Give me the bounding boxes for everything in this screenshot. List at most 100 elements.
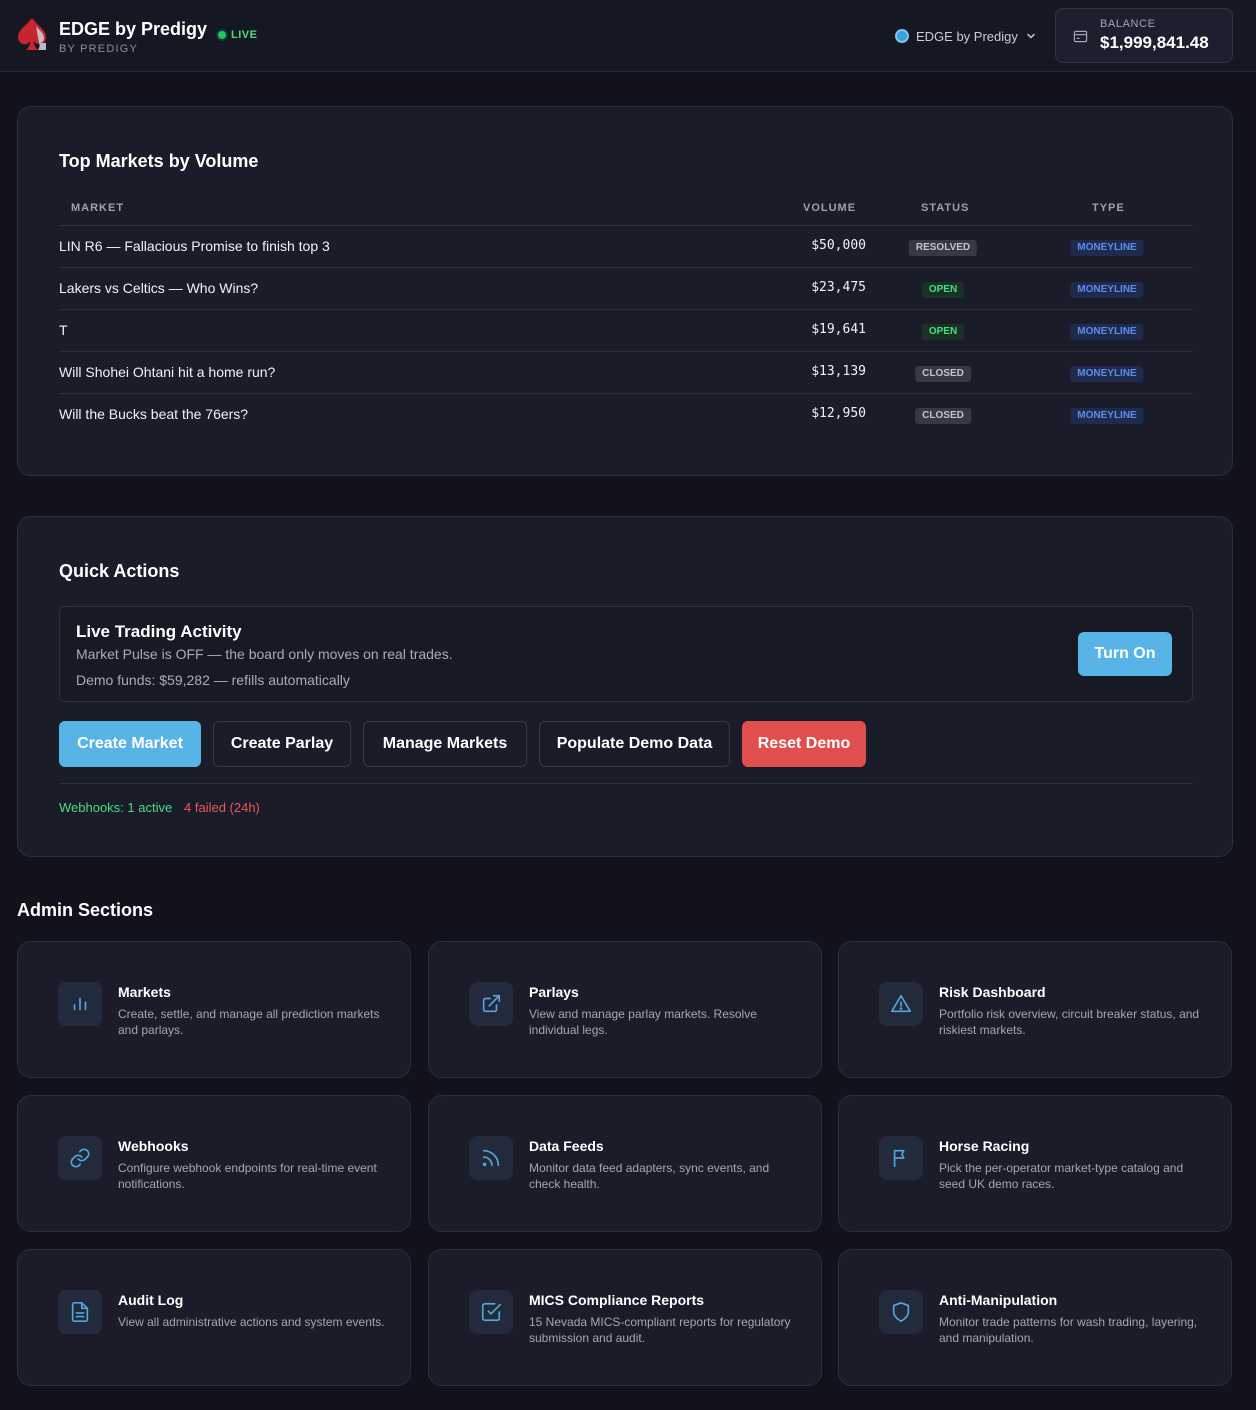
- column-type: TYPE: [1092, 202, 1125, 214]
- balance-label: BALANCE: [1100, 18, 1156, 30]
- turn-on-button[interactable]: Turn On: [1078, 632, 1172, 676]
- admin-icon-box: [469, 1136, 513, 1180]
- admin-card-title: Risk Dashboard: [939, 984, 1046, 1000]
- admin-card-title: Data Feeds: [529, 1138, 604, 1154]
- chevron-down-icon: [1027, 33, 1035, 39]
- operator-selector[interactable]: EDGE by Predigy: [895, 27, 1037, 45]
- market-pulse-status: Market Pulse is OFF — the board only mov…: [76, 646, 453, 662]
- table-row[interactable]: Lakers vs Celtics — Who Wins? $23,475 OPEN…: [59, 268, 1193, 310]
- admin-card-markets[interactable]: Markets Create, settle, and manage all pr…: [17, 941, 411, 1078]
- admin-card-title: Audit Log: [118, 1292, 184, 1308]
- top-header: EDGE by Predigy BY PREDIGY LIVE EDGE by …: [0, 0, 1256, 72]
- admin-icon-box: [58, 982, 102, 1026]
- admin-icon-box: [58, 1136, 102, 1180]
- demo-funds-text: Demo funds: $59,282 — refills automatica…: [76, 672, 350, 688]
- table-row[interactable]: T $19,641 OPEN MONEYLINE: [59, 310, 1193, 352]
- admin-card-risk-dashboard[interactable]: Risk Dashboard Portfolio risk overview, c…: [838, 941, 1232, 1078]
- type-badge: MONEYLINE: [1070, 324, 1144, 340]
- admin-icon-box: [469, 1290, 513, 1334]
- brand-title: EDGE by Predigy: [59, 19, 208, 39]
- table-row[interactable]: Will Shohei Ohtani hit a home run? $13,13…: [59, 352, 1193, 394]
- admin-card-description: Pick the per-operator market-type catalo…: [939, 1161, 1184, 1191]
- market-name: Will the Bucks beat the 76ers?: [59, 406, 249, 422]
- admin-icon-box: [879, 982, 923, 1026]
- admin-card-webhooks[interactable]: Webhooks Configure webhook endpoints for …: [17, 1095, 411, 1232]
- status-badge: OPEN: [921, 324, 965, 340]
- admin-card-description: 15 Nevada MICS-compliant reports for reg…: [529, 1315, 791, 1345]
- admin-card-mics-compliance-reports[interactable]: MICS Compliance Reports 15 Nevada MICS-co…: [428, 1249, 822, 1386]
- type-badge: MONEYLINE: [1070, 408, 1144, 424]
- wallet-icon: [1073, 30, 1088, 43]
- create-parlay-button[interactable]: Create Parlay: [213, 721, 351, 767]
- admin-icon-box: [58, 1290, 102, 1334]
- admin-card-description: Monitor trade patterns for wash trading,…: [939, 1315, 1198, 1345]
- column-market: MARKET: [71, 202, 125, 214]
- market-name: Lakers vs Celtics — Who Wins?: [59, 280, 259, 296]
- market-name: LIN R6 — Fallacious Promise to finish to…: [59, 238, 330, 254]
- admin-card-audit-log[interactable]: Audit Log View all administrative actions…: [17, 1249, 411, 1386]
- market-name: Will Shohei Ohtani hit a home run?: [59, 364, 276, 380]
- live-status-badge: LIVE: [218, 29, 257, 41]
- market-volume: $19,641: [811, 322, 866, 337]
- admin-card-horse-racing[interactable]: Horse Racing Pick the per-operator market…: [838, 1095, 1232, 1232]
- admin-card-parlays[interactable]: Parlays View and manage parlay markets. R…: [428, 941, 822, 1078]
- market-volume: $23,475: [811, 280, 866, 295]
- quick-actions-card: Quick Actions Live Trading Activity Mark…: [17, 516, 1233, 857]
- table-row[interactable]: Will the Bucks beat the 76ers? $12,950 CLO…: [59, 394, 1193, 436]
- balance-value: $1,999,841.48: [1100, 33, 1209, 52]
- shield-icon: [892, 1302, 910, 1322]
- checkbox-icon: [481, 1302, 501, 1322]
- admin-icon-box: [879, 1290, 923, 1334]
- spade-logo-icon: [18, 18, 46, 50]
- quick-actions-divider: [59, 783, 1193, 784]
- create-market-button[interactable]: Create Market: [59, 721, 201, 767]
- admin-card-title: Anti-Manipulation: [939, 1292, 1058, 1308]
- market-volume: $13,139: [811, 364, 866, 379]
- webhooks-failed-status: 4 failed (24h): [184, 800, 260, 815]
- flag-icon: [893, 1149, 905, 1168]
- table-row[interactable]: LIN R6 — Fallacious Promise to finish to…: [59, 226, 1193, 268]
- status-badge: CLOSED: [915, 366, 971, 382]
- admin-sections-title: Admin Sections: [17, 900, 154, 920]
- admin-card-description: Create, settle, and manage all predictio…: [118, 1007, 380, 1037]
- top-markets-card: Top Markets by Volume MARKET VOLUME STAT…: [17, 106, 1233, 476]
- quick-actions-title: Quick Actions: [59, 561, 180, 581]
- status-badge: RESOLVED: [908, 240, 978, 256]
- document-icon: [71, 1302, 89, 1322]
- admin-card-title: Parlays: [529, 984, 579, 1000]
- admin-card-description: View and manage parlay markets. Resolve …: [529, 1007, 757, 1037]
- admin-card-title: Markets: [118, 984, 171, 1000]
- market-volume: $50,000: [811, 238, 866, 253]
- column-volume: VOLUME: [803, 202, 857, 214]
- market-volume: $12,950: [811, 406, 866, 421]
- type-badge: MONEYLINE: [1070, 366, 1144, 382]
- brand-subtitle: BY PREDIGY: [59, 43, 139, 55]
- admin-icon-box: [469, 982, 513, 1026]
- admin-card-data-feeds[interactable]: Data Feeds Monitor data feed adapters, sy…: [428, 1095, 822, 1232]
- status-badge: CLOSED: [915, 408, 971, 424]
- admin-card-description: View all administrative actions and syst…: [118, 1315, 385, 1329]
- operator-dot-icon: [895, 29, 909, 43]
- operator-label: EDGE by Predigy: [916, 28, 1018, 44]
- live-dot-icon: [218, 31, 226, 39]
- link-icon: [70, 1148, 90, 1168]
- external-link-icon: [482, 994, 501, 1013]
- table-header: MARKET VOLUME STATUS TYPE: [59, 202, 1193, 226]
- admin-card-description: Monitor data feed adapters, sync events,…: [529, 1161, 770, 1191]
- admin-card-description: Portfolio risk overview, circuit breaker…: [939, 1007, 1200, 1037]
- webhooks-active-status: Webhooks: 1 active: [59, 800, 173, 815]
- column-status: STATUS: [921, 202, 970, 214]
- admin-icon-box: [879, 1136, 923, 1180]
- type-badge: MONEYLINE: [1070, 240, 1144, 256]
- manage-markets-button[interactable]: Manage Markets: [363, 721, 527, 767]
- live-label: LIVE: [231, 29, 258, 41]
- admin-card-title: Horse Racing: [939, 1138, 1030, 1154]
- market-name: T: [59, 322, 68, 338]
- balance-box: BALANCE $1,999,841.48: [1055, 8, 1233, 63]
- top-markets-title: Top Markets by Volume: [59, 151, 259, 171]
- live-trading-title: Live Trading Activity: [76, 622, 242, 641]
- populate-demo-data-button[interactable]: Populate Demo Data: [539, 721, 730, 767]
- reset-demo-button[interactable]: Reset Demo: [742, 721, 866, 767]
- admin-card-anti-manipulation[interactable]: Anti-Manipulation Monitor trade patterns …: [838, 1249, 1232, 1386]
- type-badge: MONEYLINE: [1070, 282, 1144, 298]
